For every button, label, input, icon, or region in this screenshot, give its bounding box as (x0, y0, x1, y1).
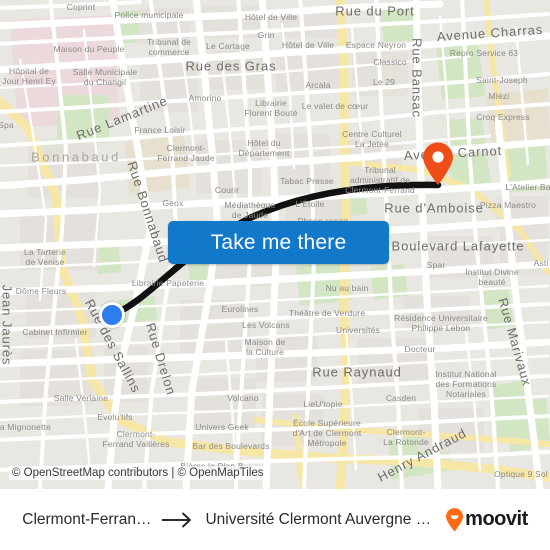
map-attribution[interactable]: © OpenStreetMap contributors | © OpenMap… (9, 466, 267, 480)
map-canvas[interactable]: .rd { stroke:#ffffff; fill:none; stroke-… (0, 0, 550, 489)
moovit-logo[interactable]: moovit (445, 507, 528, 532)
moovit-wordmark: moovit (465, 508, 528, 530)
destination-label: Université Clermont Auvergne … (205, 510, 432, 528)
moovit-pin-icon (445, 507, 464, 532)
trip-summary-footer: Clermont-Ferran… Université Clermont Auv… (0, 489, 550, 550)
map-pin-icon (423, 142, 453, 185)
origin-label: Clermont-Ferran… (22, 510, 152, 528)
moovit-trip-map-screen: .rd { stroke:#ffffff; fill:none; stroke-… (0, 0, 550, 550)
destination-pin-marker[interactable] (421, 142, 455, 186)
take-me-there-button[interactable]: Take me there (168, 221, 389, 264)
arrow-right-icon (161, 511, 195, 529)
origin-dot-marker[interactable] (99, 302, 125, 328)
